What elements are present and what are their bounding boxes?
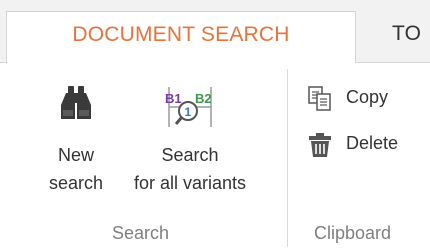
tab-next[interactable]: TO (392, 11, 421, 63)
badge-one: 1 (185, 105, 192, 119)
delete-button[interactable]: Delete (306, 131, 426, 161)
variants-search-icon: B1 B2 1 (165, 87, 212, 127)
binoculars-icon (61, 86, 91, 119)
tab-document-search[interactable]: DOCUMENT SEARCH (6, 11, 356, 63)
search-all-variants-button[interactable]: B1 B2 1 Search for all variants (108, 83, 272, 197)
search-all-variants-label-1: Search (161, 145, 219, 165)
copy-button[interactable]: Copy (306, 85, 426, 115)
ribbon-tab-bar: DOCUMENT SEARCH TO (0, 0, 430, 63)
trash-icon (309, 133, 331, 157)
group-label-search: Search (112, 223, 170, 243)
copy-label: Copy (346, 87, 389, 107)
group-separator (287, 69, 288, 247)
copy-icon (308, 86, 331, 111)
badge-b2: B2 (195, 91, 212, 106)
group-label-clipboard: Clipboard (314, 223, 392, 243)
delete-label: Delete (346, 133, 399, 153)
badge-b1: B1 (165, 91, 182, 106)
search-all-variants-label-2: for all variants (133, 173, 247, 193)
ribbon-panel: New search B1 B2 1 Search for all varian… (0, 63, 430, 252)
